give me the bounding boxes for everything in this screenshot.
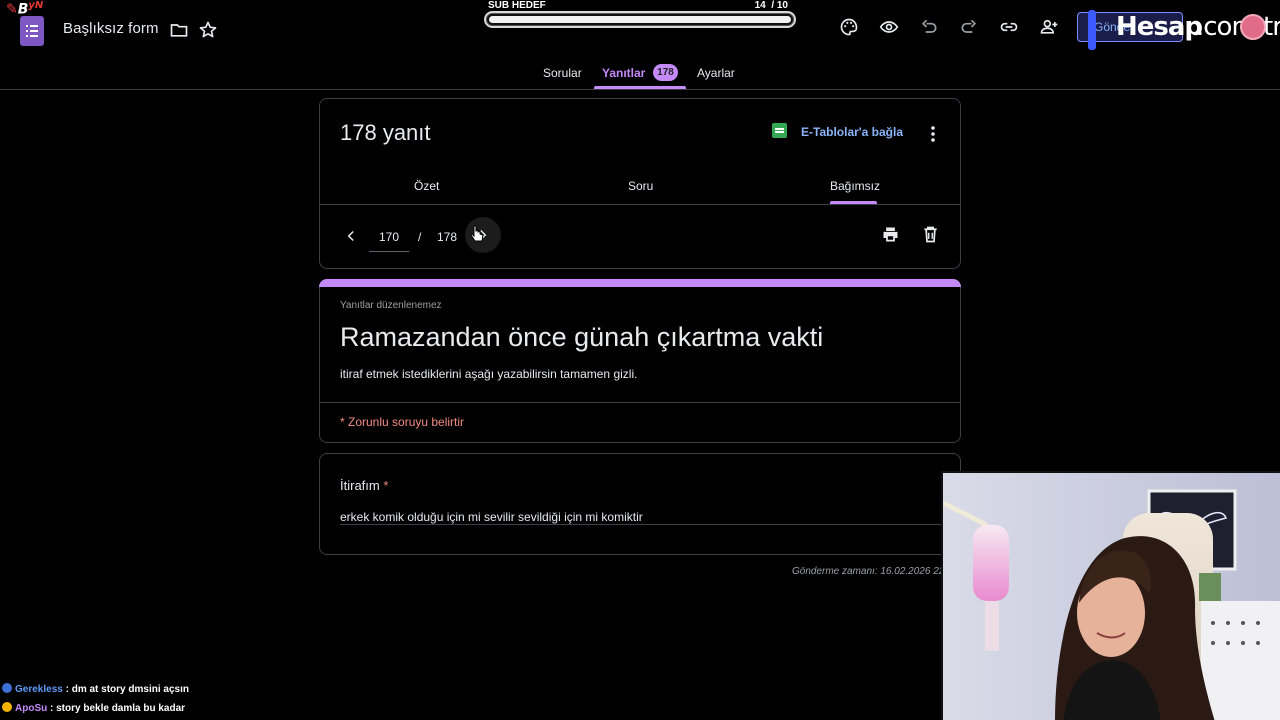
form-header-card: Yanıtlar düzenlenemez Ramazandan önce gü… xyxy=(319,279,961,443)
responses-count-badge: 178 xyxy=(653,64,678,81)
forms-icon-line xyxy=(30,30,38,32)
sheets-icon xyxy=(772,123,787,138)
stream-chat-overlay: Gerekless : dm at story dmsini açsın Apo… xyxy=(2,683,402,719)
chat-username: Gerekless xyxy=(15,684,63,695)
preview-eye-icon[interactable] xyxy=(879,17,899,37)
chat-badge-icon xyxy=(2,702,12,712)
form-accent-bar xyxy=(319,279,961,287)
stream-logo-mark: ✎ xyxy=(6,1,18,18)
question-answer: erkek komik olduğu için mi sevilir sevil… xyxy=(340,510,643,524)
folder-icon[interactable] xyxy=(169,20,189,40)
chat-badge-icon xyxy=(2,683,12,693)
previous-response-icon[interactable] xyxy=(342,227,360,245)
subtab-question[interactable]: Soru xyxy=(628,179,653,193)
palette-icon[interactable] xyxy=(839,17,859,37)
undo-icon[interactable] xyxy=(919,17,939,37)
responses-not-editable-note: Yanıtlar düzenlenemez xyxy=(340,300,442,311)
current-response-input[interactable]: 170 xyxy=(379,230,399,244)
chat-separator: : xyxy=(47,703,57,714)
forms-icon-line xyxy=(30,35,38,37)
link-to-sheets-button[interactable]: E-Tablolar'a bağla xyxy=(772,123,912,143)
form-description: itiraf etmek istediklerini aşağı yazabil… xyxy=(340,367,638,381)
response-pager: 170 / 178 xyxy=(320,205,960,269)
star-icon[interactable] xyxy=(198,20,218,40)
chat-separator: : xyxy=(62,684,72,695)
link-icon[interactable] xyxy=(999,17,1019,37)
response-count: 178 yanıt xyxy=(340,120,431,145)
total-responses: 178 xyxy=(437,230,458,244)
account-avatar[interactable] xyxy=(1240,14,1266,40)
chat-text: story bekle damla bu kadar xyxy=(56,703,186,714)
forms-icon-line xyxy=(26,30,28,32)
sub-goal-count: 14 / 10 xyxy=(755,0,788,11)
stream-logo-accent: yN xyxy=(28,0,44,11)
webcam-overlay xyxy=(941,471,1280,720)
question-title: İtirafım xyxy=(340,478,380,493)
sub-goal-current: 14 xyxy=(754,0,766,11)
redo-icon[interactable] xyxy=(959,17,979,37)
webcam-feed-image xyxy=(943,473,1280,720)
current-response-underline xyxy=(369,251,409,252)
sub-goal-overlay: SUB HEDEF 14 / 10 xyxy=(484,0,796,30)
sub-goal-separator: / xyxy=(771,0,775,11)
chat-message: Gerekless : dm at story dmsini açsın xyxy=(2,683,189,699)
tab-responses[interactable]: Yanıtlar xyxy=(602,66,645,80)
chat-message: ApoSu : story bekle damla bu kadar xyxy=(2,702,185,718)
subtab-individual[interactable]: Bağımsız xyxy=(830,179,880,193)
forms-icon-line xyxy=(26,35,28,37)
stream-logo-letter: B xyxy=(17,1,29,18)
question-label: İtirafım * xyxy=(340,478,388,493)
required-mark: * xyxy=(383,478,389,493)
add-collaborator-icon[interactable] xyxy=(1039,17,1059,37)
sub-goal-progress-fill xyxy=(489,16,791,23)
subtab-summary[interactable]: Özet xyxy=(414,179,439,193)
sub-goal-total: 10 xyxy=(776,0,788,11)
divider xyxy=(320,402,960,403)
forms-icon-line xyxy=(30,25,38,27)
top-app-bar: ✎ByN Başlıksız form SUB HEDEF 14 / 10 Gö… xyxy=(0,0,1280,60)
submitted-timestamp: Gönderme zamanı: 16.02.2026 22: xyxy=(792,566,948,577)
stream-logo: ✎ByN xyxy=(6,0,54,20)
question-card: İtirafım * erkek komik olduğu için mi se… xyxy=(319,453,961,555)
sponsor-brand-bold: Hesap xyxy=(1116,12,1203,42)
more-vert-icon[interactable] xyxy=(925,124,941,144)
pager-separator: / xyxy=(418,230,422,244)
google-forms-icon[interactable] xyxy=(20,16,44,46)
tab-settings[interactable]: Ayarlar xyxy=(697,66,735,80)
link-to-sheets-label: E-Tablolar'a bağla xyxy=(801,125,903,139)
chat-text: dm at story dmsini açsın xyxy=(71,684,189,695)
tab-questions[interactable]: Sorular xyxy=(543,66,582,80)
forms-icon-line xyxy=(26,25,28,27)
sponsor-brand-bar xyxy=(1088,10,1096,50)
responses-summary-card: 178 yanıt E-Tablolar'a bağla Özet Soru B… xyxy=(319,98,961,269)
sub-goal-label: SUB HEDEF xyxy=(488,0,546,11)
delete-icon[interactable] xyxy=(920,224,941,245)
active-tab-indicator xyxy=(594,86,686,89)
mouse-cursor-icon xyxy=(470,225,484,242)
answer-underline xyxy=(340,524,950,525)
print-icon[interactable] xyxy=(880,224,901,245)
sponsor-brand-light: .com.tr xyxy=(1196,12,1280,42)
form-title[interactable]: Başlıksız form xyxy=(63,20,159,37)
chat-username: ApoSu xyxy=(15,703,48,714)
sub-goal-progress-bar xyxy=(484,11,796,28)
required-question-note: * Zorunlu soruyu belirtir xyxy=(340,415,465,429)
form-heading: Ramazandan önce günah çıkartma vakti xyxy=(340,322,824,352)
